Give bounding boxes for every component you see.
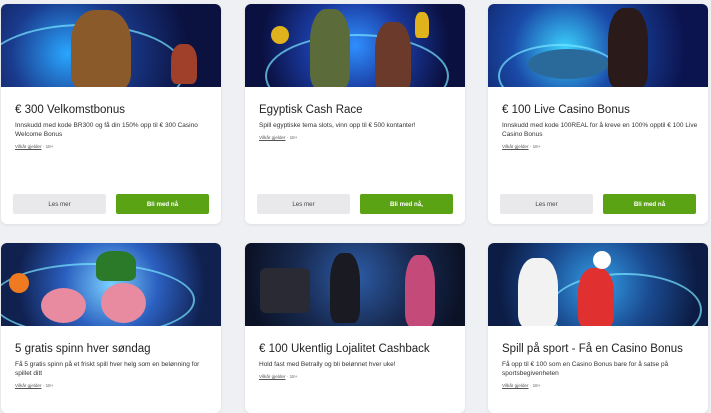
promo-image [1, 243, 221, 326]
terms-link[interactable]: Vilkår gjelder [15, 144, 41, 149]
promo-card-egyptian-cash-race: Egyptisk Cash Race Spill egyptiske tema … [245, 4, 465, 224]
age-badge: 18+ [532, 383, 541, 388]
promo-title: 5 gratis spinn hver søndag [15, 343, 151, 355]
promo-image [488, 4, 708, 87]
join-now-button[interactable]: Bli med nå [603, 194, 696, 214]
promo-description: Spill egyptiske tema slots, vinn opp til… [259, 122, 416, 129]
age-badge: 18+ [532, 144, 541, 149]
promo-card-free-spins: 5 gratis spinn hver søndag Få 5 gratis s… [1, 243, 221, 413]
terms-line: Vilkår gjelder · 18+ [259, 135, 298, 140]
promo-card-sport-casino-bonus: Spill på sport - Få en Casino Bonus Få o… [488, 243, 708, 413]
read-more-button[interactable]: Les mer [257, 194, 350, 214]
promo-description: Få 5 gratis spinn på et friskt spill hve… [15, 361, 200, 377]
promo-image [1, 4, 221, 87]
terms-line: Vilkår gjelder · 18+ [502, 144, 541, 149]
terms-link[interactable]: Vilkår gjelder [259, 135, 285, 140]
terms-link[interactable]: Vilkår gjelder [259, 374, 285, 379]
terms-link[interactable]: Vilkår gjelder [502, 144, 528, 149]
promo-description: Hold fast med Betrally og bli belønnet h… [259, 361, 396, 368]
age-badge: 18+ [289, 374, 298, 379]
read-more-button[interactable]: Les mer [13, 194, 106, 214]
age-badge: 18+ [289, 135, 298, 140]
promo-title: Spill på sport - Få en Casino Bonus [502, 343, 683, 355]
terms-link[interactable]: Vilkår gjelder [15, 383, 41, 388]
promo-description: Få opp til € 100 som en Casino Bonus bar… [502, 361, 669, 377]
terms-line: Vilkår gjelder · 18+ [259, 374, 298, 379]
promo-card-loyalty-cashback: € 100 Ukentlig Lojalitet Cashback Hold f… [245, 243, 465, 413]
promo-card-live-casino-bonus: € 100 Live Casino Bonus Innskudd med kod… [488, 4, 708, 224]
terms-line: Vilkår gjelder · 18+ [502, 383, 541, 388]
promo-description: Innskudd med kode 100REAL for å kreve en… [502, 122, 698, 138]
join-now-button[interactable]: Bli med nå [116, 194, 209, 214]
promo-title: € 100 Live Casino Bonus [502, 104, 630, 116]
terms-link[interactable]: Vilkår gjelder [502, 383, 528, 388]
promo-description: Innskudd med kode BR300 og få din 150% o… [15, 122, 198, 138]
promo-image [245, 4, 465, 87]
terms-line: Vilkår gjelder · 18+ [15, 144, 54, 149]
read-more-button[interactable]: Les mer [500, 194, 593, 214]
promo-image [245, 243, 465, 326]
terms-line: Vilkår gjelder · 18+ [15, 383, 54, 388]
promo-card-welcome-bonus: € 300 Velkomstbonus Innskudd med kode BR… [1, 4, 221, 224]
promo-image [488, 243, 708, 326]
promo-title: Egyptisk Cash Race [259, 104, 363, 116]
age-badge: 18+ [45, 144, 54, 149]
age-badge: 18+ [45, 383, 54, 388]
join-now-button[interactable]: Bli med nå, [360, 194, 453, 214]
promo-title: € 100 Ukentlig Lojalitet Cashback [259, 343, 430, 355]
promo-title: € 300 Velkomstbonus [15, 104, 125, 116]
